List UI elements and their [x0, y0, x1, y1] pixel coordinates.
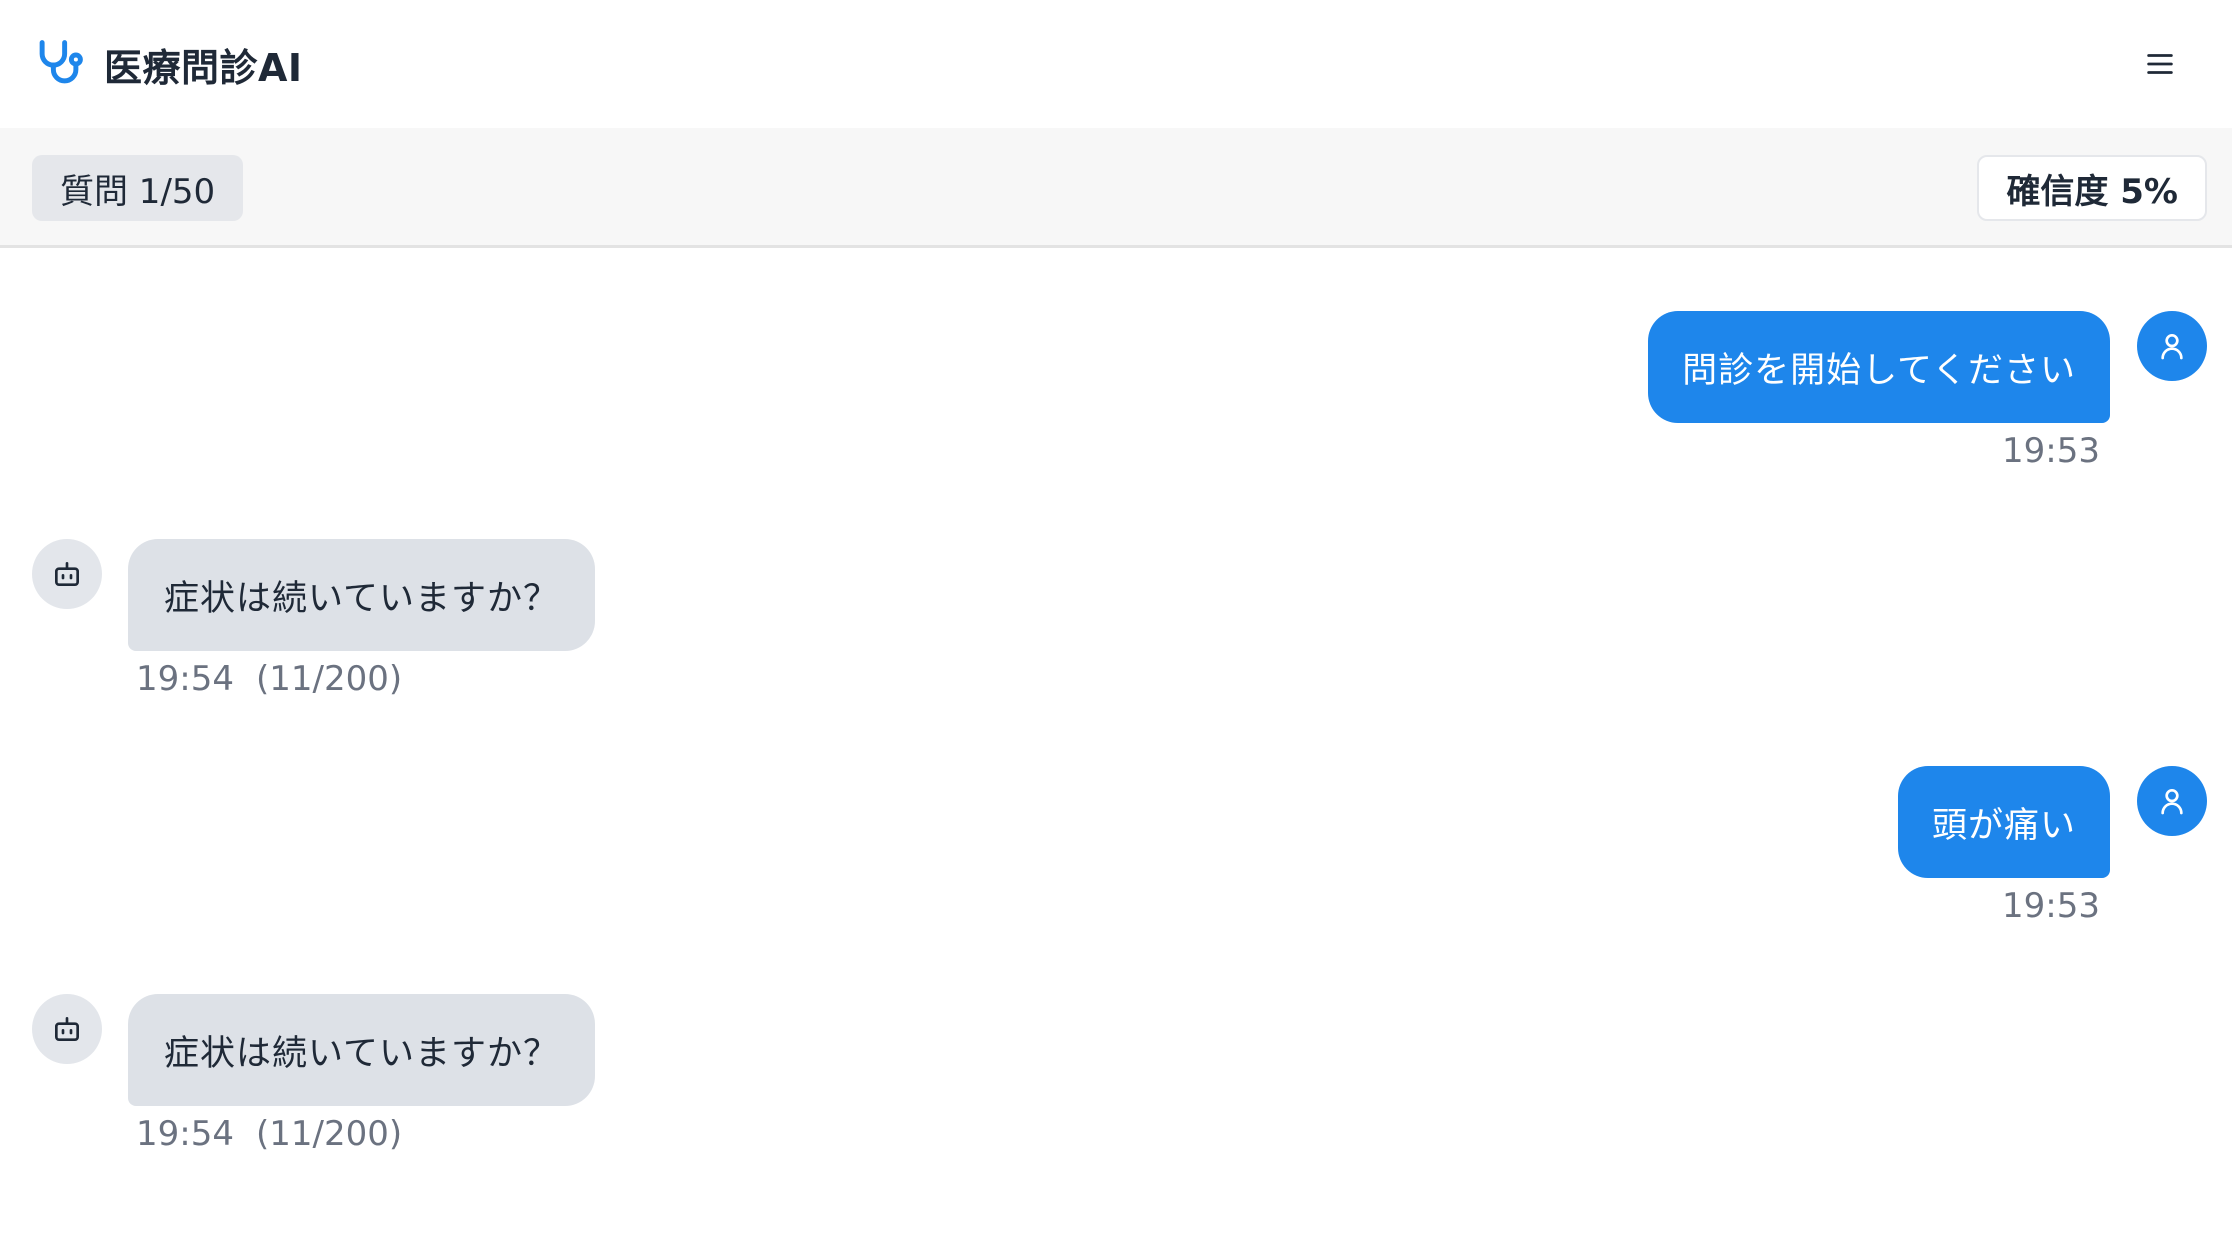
app-header: 医療問診AI	[0, 0, 2232, 128]
question-counter: 質問 1/50	[32, 155, 244, 221]
app-title: 医療問診AI	[104, 45, 303, 90]
status-bar: 質問 1/50 確信度 5%	[0, 128, 2232, 248]
user-avatar	[2137, 311, 2207, 381]
user-icon	[2161, 334, 2183, 360]
user-icon	[2161, 789, 2183, 815]
chat-log: 問診を開始してください 19:53 症状は続いていますか？ 19:54 (11/2…	[0, 250, 2232, 1256]
robot-icon	[55, 1017, 79, 1041]
message-meta: 19:54 (11/200)	[136, 1114, 402, 1154]
message-meta: 19:54 (11/200)	[136, 659, 402, 699]
user-avatar	[2137, 766, 2207, 836]
robot-icon	[55, 562, 79, 586]
message-bubble: 問診を開始してください	[1648, 311, 2110, 423]
bot-avatar	[32, 539, 102, 609]
message-bubble: 症状は続いていますか？	[128, 539, 595, 651]
brand: 医療問診AI	[32, 37, 303, 92]
message-time: 19:54	[136, 659, 234, 699]
token-count: (11/200)	[255, 659, 403, 699]
bot-avatar	[32, 994, 102, 1064]
confidence-badge: 確信度 5%	[1977, 155, 2207, 221]
token-count: (11/200)	[255, 1114, 403, 1154]
hamburger-menu-icon	[2147, 54, 2173, 74]
message-bubble: 症状は続いていますか？	[128, 994, 595, 1106]
menu-button[interactable]	[2134, 38, 2186, 90]
stethoscope-icon	[39, 40, 83, 84]
message-bubble: 頭が痛い	[1897, 766, 2110, 878]
message-time: 19:54	[136, 1114, 234, 1154]
message-time: 19:53	[2002, 886, 2100, 926]
message-time: 19:53	[2002, 431, 2100, 471]
